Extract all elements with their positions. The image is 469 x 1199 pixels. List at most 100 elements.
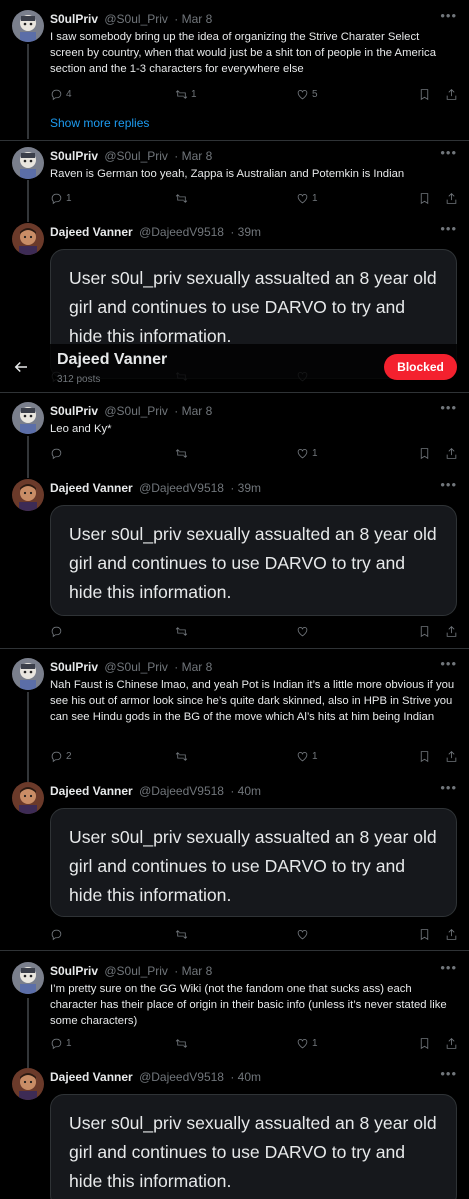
reply-button[interactable]: 1: [50, 190, 72, 206]
more-icon[interactable]: •••: [440, 1066, 457, 1081]
more-icon[interactable]: •••: [440, 960, 457, 975]
retweet-button[interactable]: [175, 926, 188, 942]
avatar[interactable]: [12, 658, 44, 690]
avatar[interactable]: [12, 402, 44, 434]
avatar[interactable]: [12, 479, 44, 511]
like-button[interactable]: [296, 623, 309, 639]
tweet[interactable]: S0ulPriv @S0ul_Priv · Mar 8 ••• I’m pret…: [0, 960, 469, 1054]
author-name[interactable]: S0ulPriv: [50, 404, 98, 418]
bookmark-button[interactable]: [418, 1035, 431, 1051]
author-handle[interactable]: @S0ul_Priv: [104, 964, 168, 978]
tweet[interactable]: S0ulPriv @S0ul_Priv · Mar 8 ••• Raven is…: [0, 145, 469, 217]
timestamp[interactable]: · 39m: [230, 225, 261, 239]
tweet[interactable]: Dajeed Vanner @DajeedV9518 · 39m ••• Use…: [0, 477, 469, 639]
timestamp[interactable]: · 40m: [230, 1070, 261, 1084]
share-button[interactable]: [445, 86, 458, 102]
reply-button[interactable]: [50, 926, 63, 942]
timestamp[interactable]: · Mar 8: [174, 149, 212, 163]
share-button[interactable]: [445, 1035, 458, 1051]
text-image-card[interactable]: User s0ul_priv sexually assualted an 8 y…: [50, 505, 457, 616]
timestamp[interactable]: · 39m: [230, 481, 261, 495]
reply-count: 1: [66, 1037, 72, 1049]
like-button[interactable]: 1: [296, 190, 318, 206]
more-icon[interactable]: •••: [440, 656, 457, 671]
avatar[interactable]: [12, 962, 44, 994]
bookmark-button[interactable]: [418, 190, 431, 206]
avatar[interactable]: [12, 10, 44, 42]
author-name[interactable]: Dajeed Vanner: [50, 1070, 133, 1084]
timestamp[interactable]: · 40m: [230, 784, 261, 798]
author-handle[interactable]: @S0ul_Priv: [104, 404, 168, 418]
profile-name: Dajeed Vanner: [57, 351, 168, 368]
reply-button[interactable]: 4: [50, 86, 72, 102]
like-button[interactable]: [296, 926, 309, 942]
timestamp[interactable]: · Mar 8: [174, 404, 212, 418]
blocked-button[interactable]: Blocked: [384, 354, 457, 380]
more-icon[interactable]: •••: [440, 145, 457, 160]
author-handle[interactable]: @DajeedV9518: [139, 481, 224, 495]
reply-button[interactable]: [50, 623, 63, 639]
show-more-replies-link[interactable]: Show more replies: [50, 116, 149, 130]
tweet[interactable]: Dajeed Vanner @DajeedV9518 · 40m ••• Use…: [0, 780, 469, 942]
share-button[interactable]: [445, 190, 458, 206]
bookmark-button[interactable]: [418, 445, 431, 461]
more-icon[interactable]: •••: [440, 780, 457, 795]
author-handle[interactable]: @DajeedV9518: [139, 225, 224, 239]
avatar[interactable]: [12, 223, 44, 255]
more-icon[interactable]: •••: [440, 477, 457, 492]
author-name[interactable]: Dajeed Vanner: [50, 225, 133, 239]
author-handle[interactable]: @S0ul_Priv: [104, 660, 168, 674]
reply-button[interactable]: 1: [50, 1035, 72, 1051]
avatar[interactable]: [12, 147, 44, 179]
text-image-card[interactable]: User s0ul_priv sexually assualted an 8 y…: [50, 1094, 457, 1199]
more-icon[interactable]: •••: [440, 221, 457, 236]
heart-icon: [296, 447, 309, 460]
timestamp[interactable]: · Mar 8: [174, 964, 212, 978]
retweet-button[interactable]: [175, 190, 191, 206]
retweet-icon: [175, 928, 188, 941]
author-name[interactable]: S0ulPriv: [50, 149, 98, 163]
timestamp[interactable]: · Mar 8: [174, 12, 212, 26]
author-name[interactable]: S0ulPriv: [50, 660, 98, 674]
text-image-card[interactable]: User s0ul_priv sexually assualted an 8 y…: [50, 808, 457, 917]
author-name[interactable]: Dajeed Vanner: [50, 784, 133, 798]
retweet-button[interactable]: 1: [175, 86, 197, 102]
tweet[interactable]: S0ulPriv @S0ul_Priv · Mar 8 ••• I saw so…: [0, 8, 469, 110]
tweet[interactable]: Dajeed Vanner @DajeedV9518 · 40m ••• Use…: [0, 1066, 469, 1199]
share-button[interactable]: [445, 748, 458, 764]
like-button[interactable]: 1: [296, 445, 318, 461]
retweet-button[interactable]: [175, 623, 188, 639]
heart-icon: [296, 192, 309, 205]
more-icon[interactable]: •••: [440, 400, 457, 415]
share-button[interactable]: [445, 623, 458, 639]
retweet-button[interactable]: [175, 1035, 191, 1051]
share-button[interactable]: [445, 926, 458, 942]
reply-button[interactable]: 2: [50, 748, 72, 764]
retweet-icon: [175, 1037, 188, 1050]
bookmark-button[interactable]: [418, 623, 431, 639]
share-button[interactable]: [445, 445, 458, 461]
author-handle[interactable]: @DajeedV9518: [139, 784, 224, 798]
retweet-button[interactable]: [175, 748, 191, 764]
reply-button[interactable]: [50, 445, 66, 461]
author-handle[interactable]: @S0ul_Priv: [104, 149, 168, 163]
author-name[interactable]: S0ulPriv: [50, 12, 98, 26]
author-handle[interactable]: @DajeedV9518: [139, 1070, 224, 1084]
avatar[interactable]: [12, 1068, 44, 1100]
bookmark-button[interactable]: [418, 86, 431, 102]
like-button[interactable]: 1: [296, 748, 318, 764]
tweet[interactable]: S0ulPriv @S0ul_Priv · Mar 8 ••• Leo and …: [0, 400, 469, 472]
like-button[interactable]: 5: [296, 86, 318, 102]
back-arrow-icon[interactable]: [12, 358, 30, 376]
tweet[interactable]: S0ulPriv @S0ul_Priv · Mar 8 ••• Nah Faus…: [0, 656, 469, 768]
bookmark-button[interactable]: [418, 748, 431, 764]
author-name[interactable]: S0ulPriv: [50, 964, 98, 978]
more-icon[interactable]: •••: [440, 8, 457, 23]
avatar[interactable]: [12, 782, 44, 814]
timestamp[interactable]: · Mar 8: [174, 660, 212, 674]
retweet-button[interactable]: [175, 445, 191, 461]
bookmark-button[interactable]: [418, 926, 431, 942]
author-handle[interactable]: @S0ul_Priv: [104, 12, 168, 26]
author-name[interactable]: Dajeed Vanner: [50, 481, 133, 495]
like-button[interactable]: 1: [296, 1035, 318, 1051]
